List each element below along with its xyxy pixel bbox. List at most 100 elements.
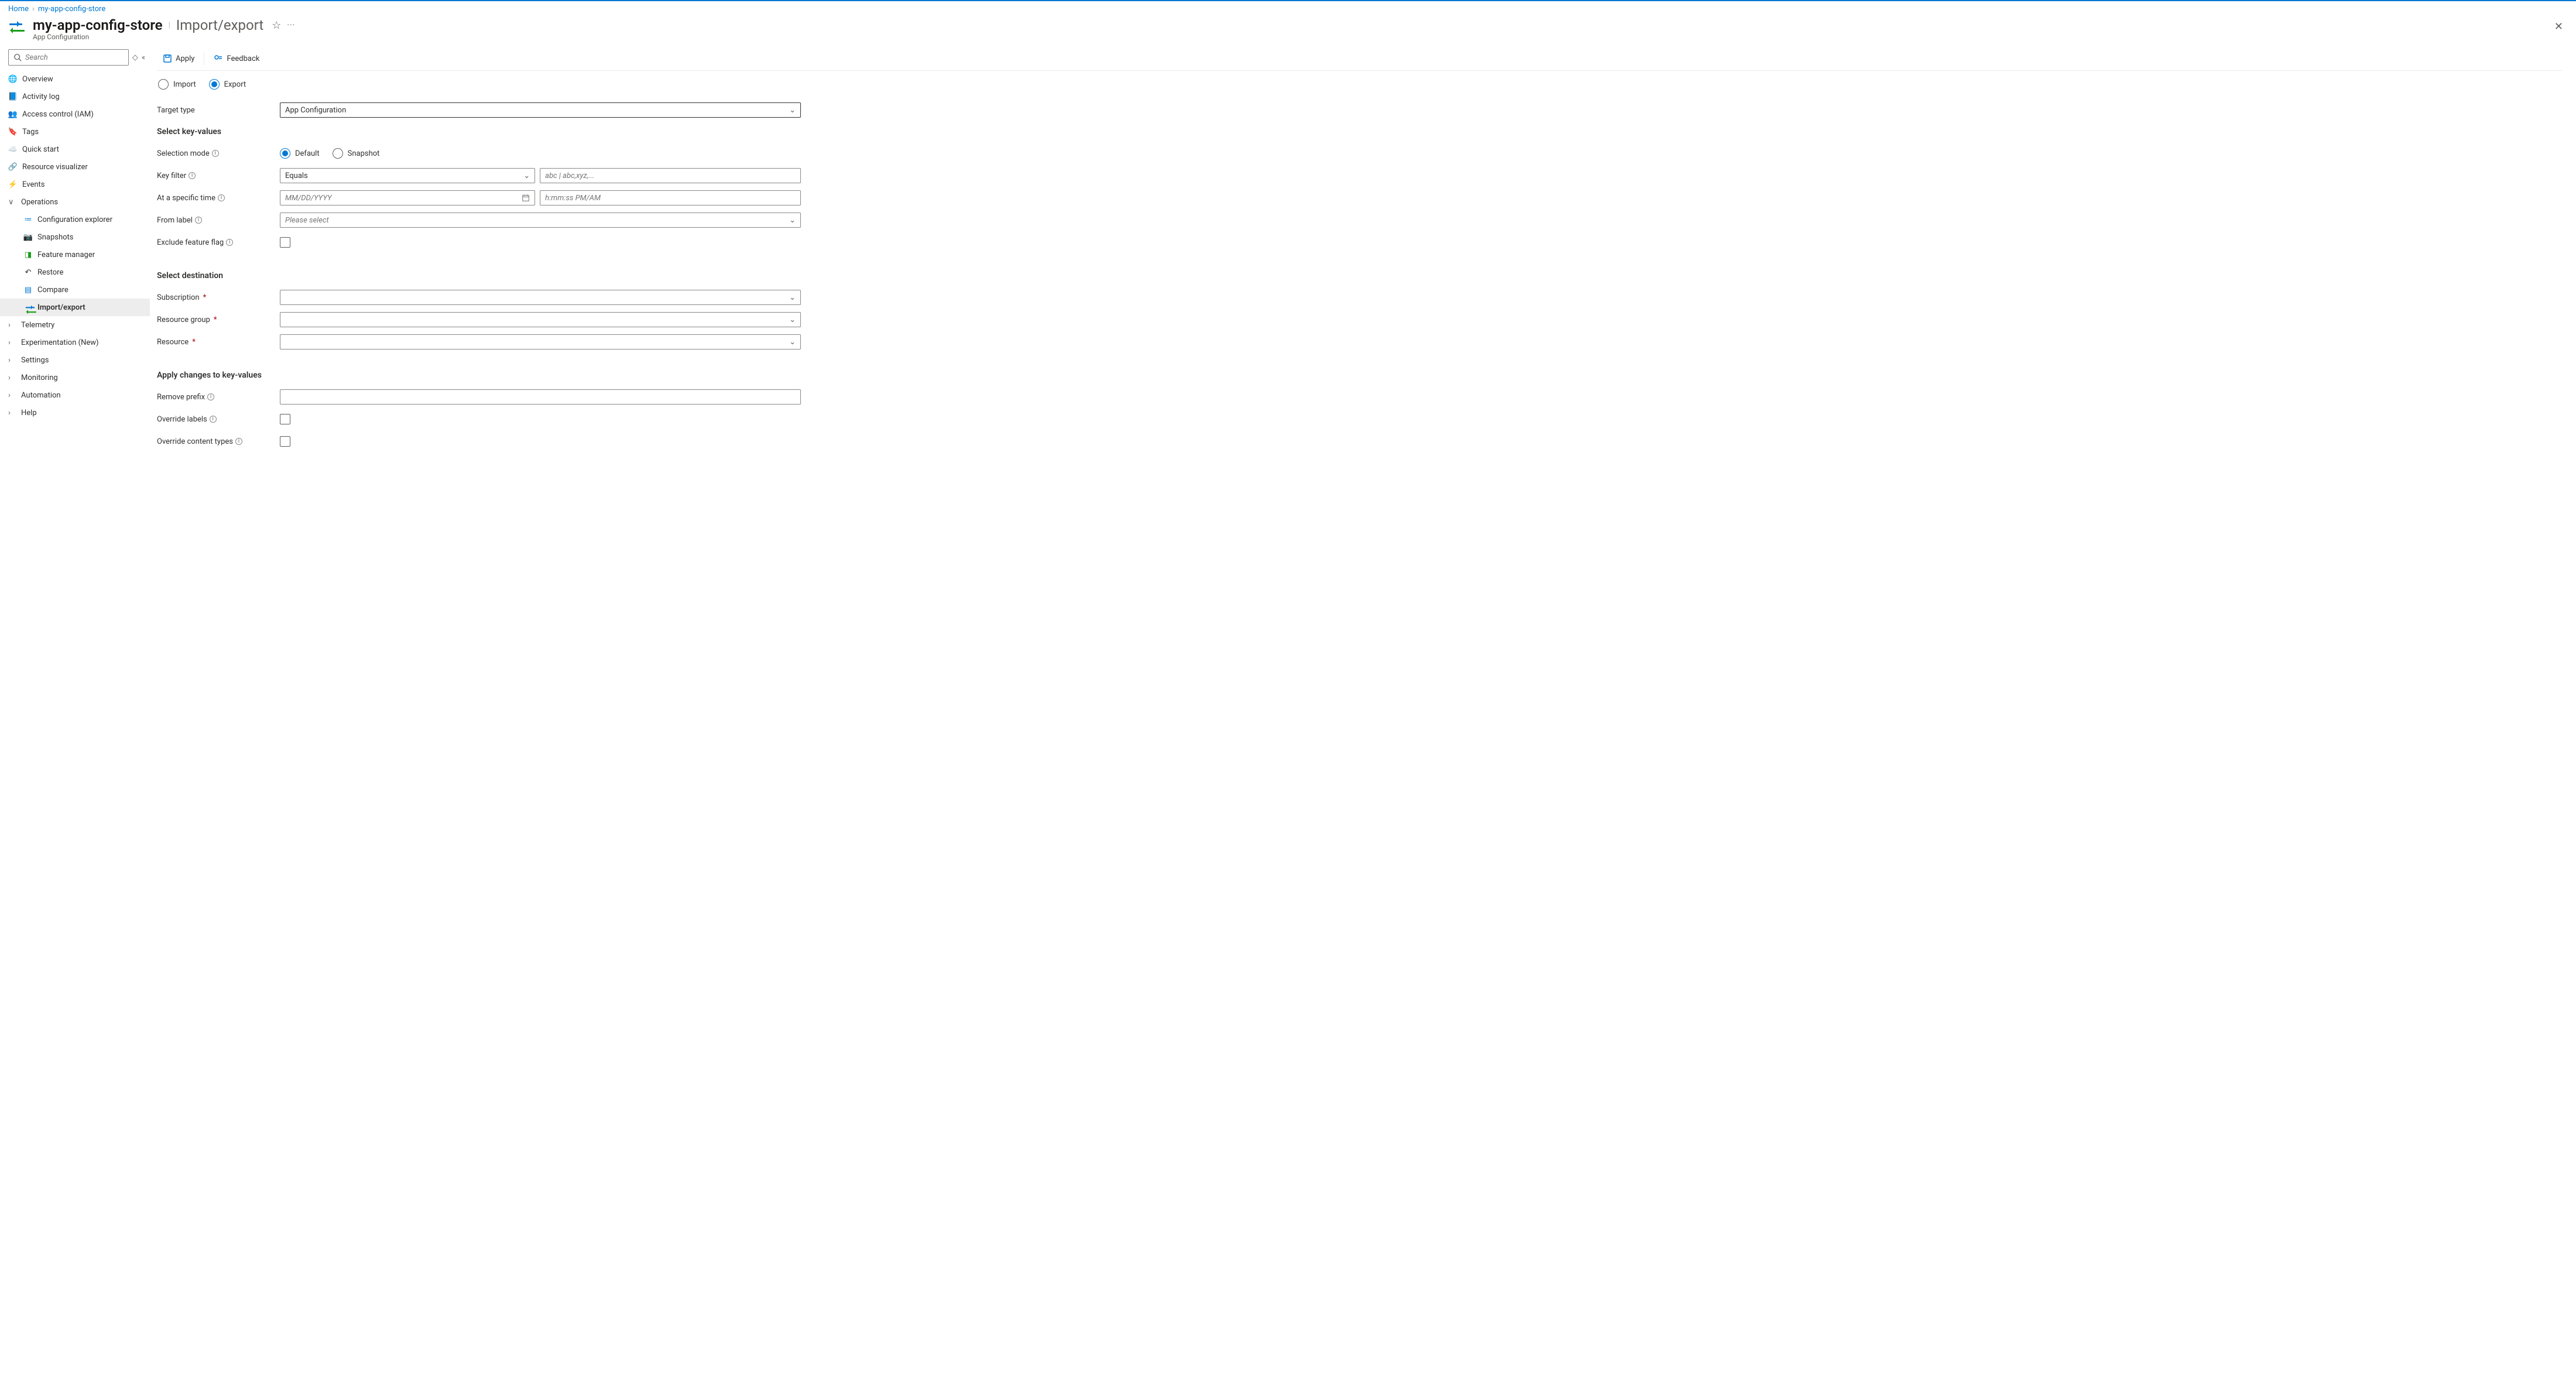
apply-button[interactable]: Apply — [157, 52, 200, 66]
sidebar-group-operations[interactable]: ∨ Operations — [0, 193, 150, 211]
more-menu-icon[interactable]: ··· — [287, 20, 295, 30]
sidebar-item-quick-start[interactable]: ☁️ Quick start — [0, 141, 150, 158]
page-section: Import/export — [176, 17, 264, 33]
cloud-icon: ☁️ — [8, 145, 18, 154]
search-input[interactable]: Search — [8, 49, 129, 66]
select-key-values-heading: Select key-values — [157, 127, 801, 136]
sidebar-item-configuration-explorer[interactable]: ≔Configuration explorer — [0, 211, 150, 228]
page-title: my-app-config-store — [33, 17, 163, 33]
save-icon — [163, 54, 172, 63]
sidebar-item-tags[interactable]: 🔖Tags — [0, 123, 150, 141]
target-type-label: Target type — [157, 106, 280, 115]
main-content: Apply Feedback Import Export — [150, 47, 2576, 1374]
selection-mode-default-radio[interactable]: Default — [280, 148, 320, 159]
sidebar-item-overview[interactable]: 🌐Overview — [0, 70, 150, 88]
info-icon[interactable]: i — [218, 194, 225, 201]
chevron-right-icon: › — [8, 338, 16, 347]
sidebar-item-feature-manager[interactable]: ◨ Feature manager — [0, 246, 150, 263]
sidebar-group-automation[interactable]: ›Automation — [0, 386, 150, 404]
chevron-down-icon: ⌄ — [523, 172, 530, 180]
toggle-icon: ◨ — [23, 250, 33, 259]
radio-icon — [280, 148, 290, 159]
time-input[interactable]: h:mm:ss PM/AM — [540, 190, 801, 205]
globe-icon: 🌐 — [8, 74, 18, 84]
key-filter-text-input[interactable]: abc | abc,xyz,... — [540, 168, 801, 183]
command-label: Apply — [176, 54, 194, 63]
people-icon: 👥 — [8, 109, 18, 119]
sidebar-item-import-export[interactable]: Import/export — [0, 299, 150, 316]
sidebar-group-help[interactable]: ›Help — [0, 404, 150, 422]
dropdown-placeholder: Please select — [285, 216, 329, 225]
sidebar-item-label: Settings — [21, 356, 49, 365]
resource-group-label: Resource group* — [157, 316, 280, 324]
chevron-down-icon: ∨ — [8, 198, 16, 207]
collapse-sidebar-icon[interactable]: « — [142, 53, 145, 62]
exclude-feature-flag-label: Exclude feature flag i — [157, 238, 280, 247]
resource-label: Resource* — [157, 338, 280, 347]
info-icon[interactable]: i — [226, 239, 233, 246]
sidebar-item-resource-visualizer[interactable]: 🔗Resource visualizer — [0, 158, 150, 176]
sidebar-group-settings[interactable]: ›Settings — [0, 351, 150, 369]
breadcrumb-resource[interactable]: my-app-config-store — [38, 5, 105, 13]
sidebar-item-label: Quick start — [22, 145, 59, 154]
select-destination-heading: Select destination — [157, 271, 801, 280]
import-radio[interactable]: Import — [158, 79, 196, 90]
chevron-down-icon: ⌄ — [789, 216, 796, 225]
sidebar-item-snapshots[interactable]: 📷Snapshots — [0, 228, 150, 246]
chevron-down-icon: ⌄ — [789, 293, 796, 302]
key-filter-dropdown[interactable]: Equals ⌄ — [280, 168, 535, 183]
remove-prefix-input[interactable] — [280, 389, 801, 405]
calendar-icon[interactable] — [522, 194, 530, 202]
sidebar-group-experimentation[interactable]: ›Experimentation (New) — [0, 334, 150, 351]
radio-label-text: Default — [295, 149, 320, 158]
sidebar-item-events[interactable]: ⚡Events — [0, 176, 150, 193]
close-blade-button[interactable]: ✕ — [2550, 17, 2568, 36]
command-label: Feedback — [227, 54, 259, 63]
radio-label-text: Snapshot — [348, 149, 380, 158]
resource-group-dropdown[interactable]: ⌄ — [280, 312, 801, 327]
override-labels-label: Override labels i — [157, 415, 280, 424]
selection-mode-label: Selection mode i — [157, 149, 280, 158]
sidebar-item-activity-log[interactable]: 📘Activity log — [0, 88, 150, 105]
expand-icon[interactable]: ◇ — [132, 53, 138, 62]
tag-icon: 🔖 — [8, 127, 18, 136]
camera-icon: 📷 — [23, 232, 33, 242]
sidebar-group-telemetry[interactable]: ›Telemetry — [0, 316, 150, 334]
selection-mode-snapshot-radio[interactable]: Snapshot — [333, 148, 380, 159]
chevron-right-icon: › — [8, 409, 16, 417]
breadcrumb-home[interactable]: Home — [8, 5, 29, 13]
compare-icon: ▤ — [23, 285, 33, 294]
info-icon[interactable]: i — [195, 217, 202, 224]
input-placeholder: abc | abc,xyz,... — [545, 172, 594, 180]
list-icon: ≔ — [23, 215, 33, 224]
breadcrumb: Home › my-app-config-store — [0, 1, 2576, 16]
override-content-types-checkbox[interactable] — [280, 436, 290, 447]
sidebar-item-label: Compare — [37, 286, 68, 294]
target-type-dropdown[interactable]: App Configuration ⌄ — [280, 102, 801, 118]
sidebar-item-access-control[interactable]: 👥Access control (IAM) — [0, 105, 150, 123]
sidebar-item-label: Operations — [21, 198, 58, 207]
export-radio[interactable]: Export — [209, 79, 246, 90]
sidebar-item-label: Monitoring — [21, 374, 58, 382]
from-label-dropdown[interactable]: Please select ⌄ — [280, 213, 801, 228]
override-labels-checkbox[interactable] — [280, 414, 290, 424]
info-icon[interactable]: i — [212, 150, 219, 157]
date-input[interactable]: MM/DD/YYYY — [280, 190, 535, 205]
bolt-icon: ⚡ — [8, 180, 18, 189]
sidebar-item-label: Feature manager — [37, 251, 95, 259]
feedback-button[interactable]: Feedback — [208, 52, 265, 66]
log-icon: 📘 — [8, 92, 18, 101]
sidebar-item-compare[interactable]: ▤ Compare — [0, 281, 150, 299]
info-icon[interactable]: i — [207, 393, 214, 400]
favorite-star-icon[interactable]: ☆ — [272, 19, 281, 32]
info-icon[interactable]: i — [210, 416, 217, 423]
info-icon[interactable]: i — [235, 438, 242, 445]
sidebar-item-restore[interactable]: ↶Restore — [0, 263, 150, 281]
exclude-feature-flag-checkbox[interactable] — [280, 237, 290, 248]
chevron-right-icon: › — [8, 374, 16, 382]
radio-icon — [209, 79, 220, 90]
info-icon[interactable]: i — [189, 172, 196, 179]
sidebar-group-monitoring[interactable]: › Monitoring — [0, 369, 150, 386]
subscription-dropdown[interactable]: ⌄ — [280, 290, 801, 305]
resource-dropdown[interactable]: ⌄ — [280, 334, 801, 350]
